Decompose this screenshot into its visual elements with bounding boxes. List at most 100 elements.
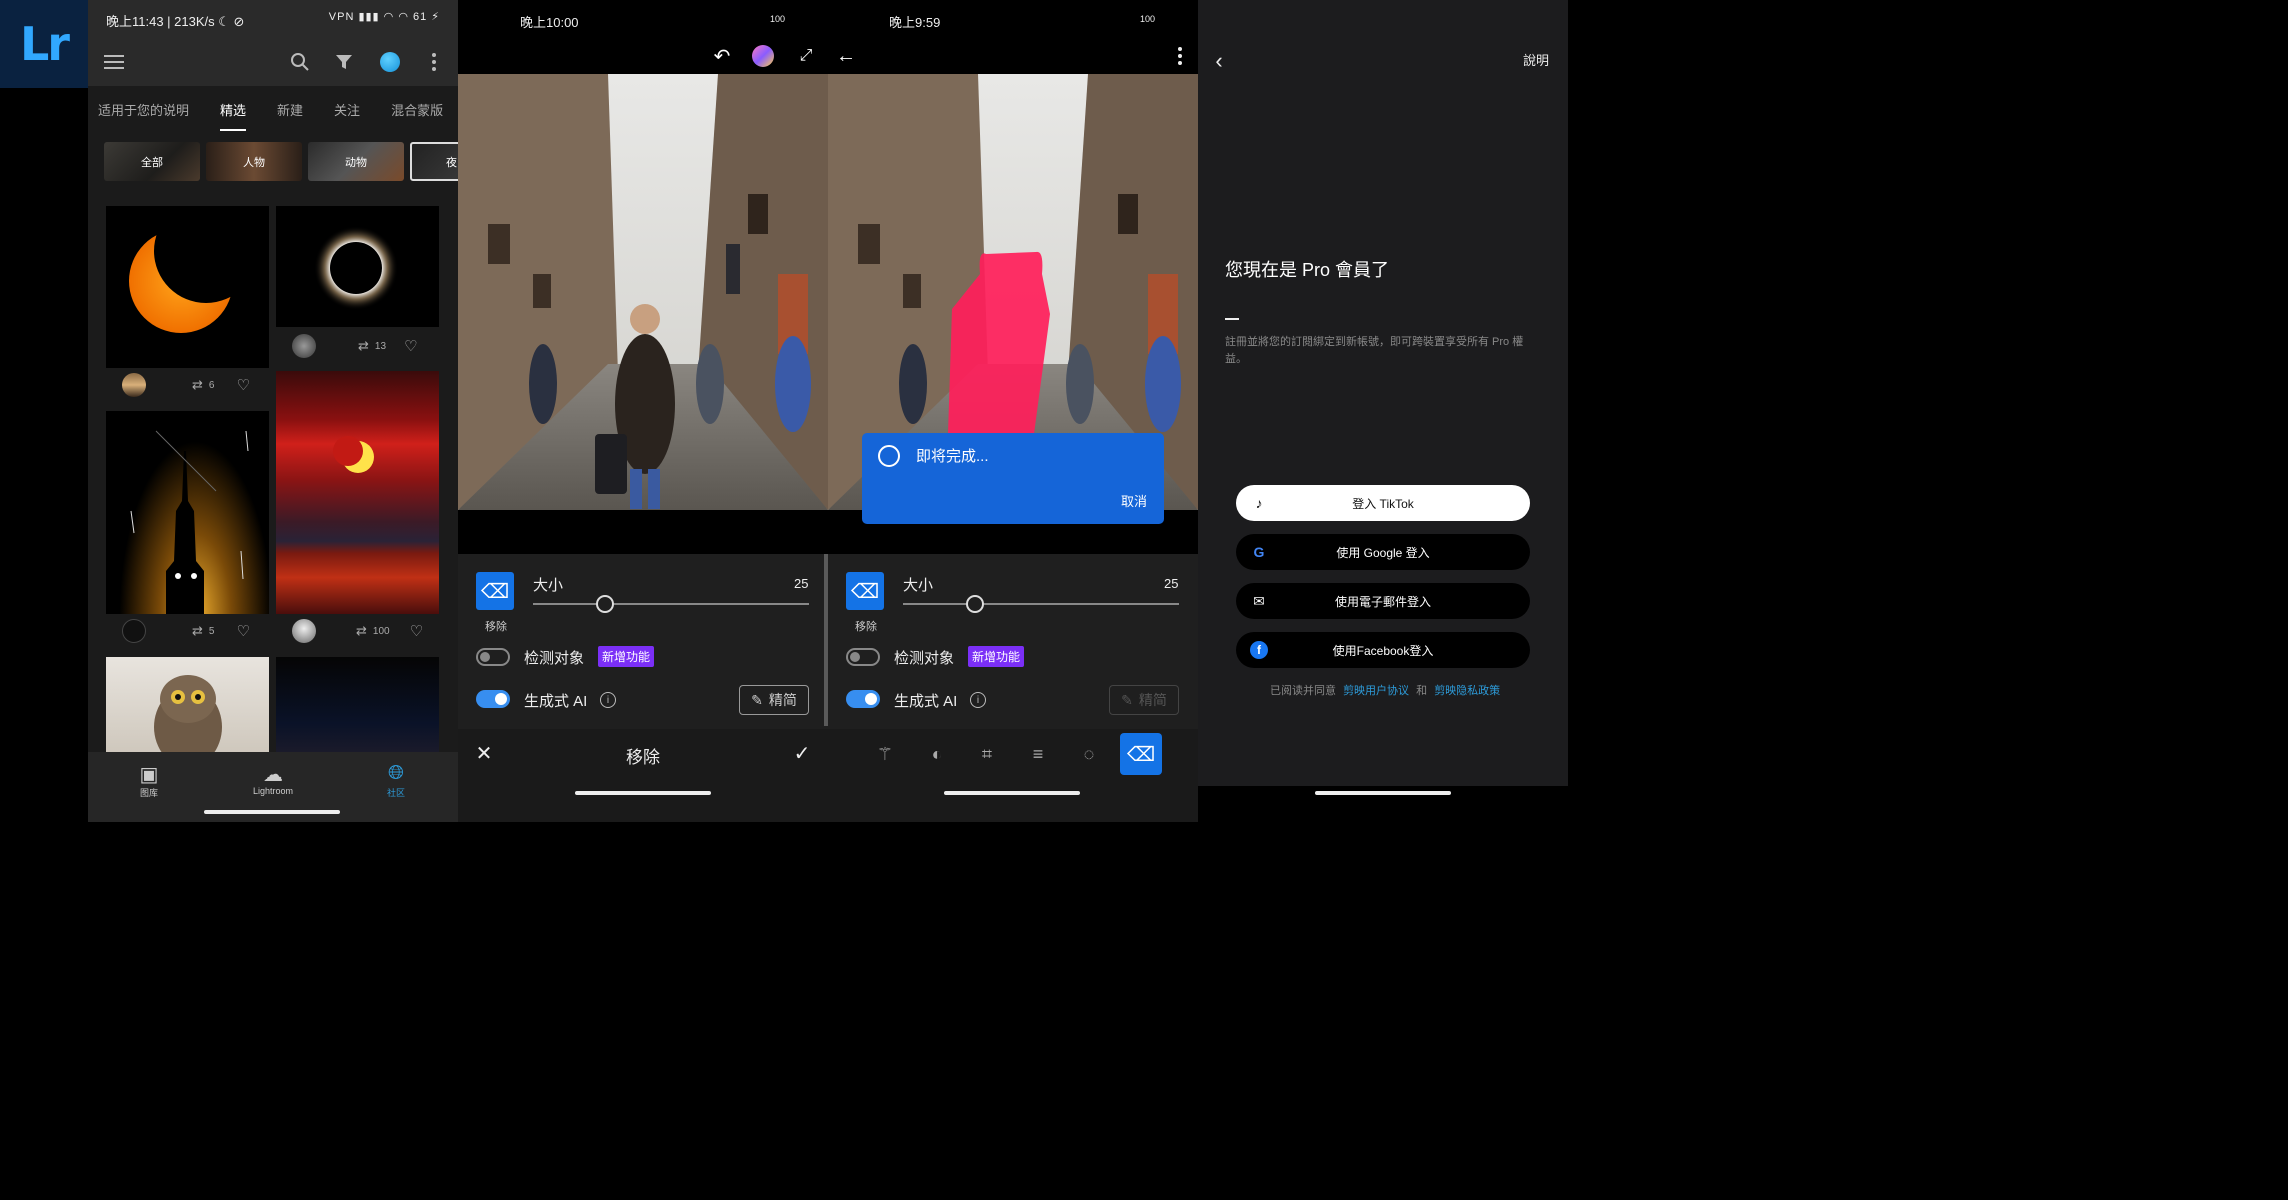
- tab-instructions[interactable]: 适用于您的说明: [98, 100, 189, 119]
- filter-icon[interactable]: [332, 50, 356, 74]
- detect-objects-label: 检测对象: [894, 650, 955, 667]
- chip-animals[interactable]: 动物: [308, 142, 404, 181]
- size-slider-track[interactable]: [533, 603, 809, 605]
- author-avatar[interactable]: [292, 334, 316, 358]
- user-agreement-link[interactable]: 剪映用户协议: [1343, 685, 1409, 697]
- bottom-navigation: ▣ 图库 ☁ Lightroom 🌐︎ 社区: [88, 752, 458, 822]
- author-avatar[interactable]: [122, 373, 146, 397]
- logo-text: Lr: [20, 17, 70, 71]
- remix-icon[interactable]: ⇄: [192, 623, 203, 639]
- chip-people[interactable]: 人物: [206, 142, 302, 181]
- adjust-sliders-icon[interactable]: ≡: [1025, 741, 1051, 767]
- more-options-icon[interactable]: [1172, 44, 1188, 68]
- google-login-button[interactable]: G 使用 Google 登入: [1236, 534, 1530, 570]
- menu-icon[interactable]: [102, 50, 126, 74]
- status-time: 晚上10:00: [520, 15, 579, 30]
- tab-blend-masks[interactable]: 混合蒙版: [391, 100, 443, 119]
- info-icon[interactable]: i: [600, 692, 616, 708]
- size-value: 25: [1164, 576, 1179, 591]
- size-label: 大小: [903, 577, 934, 594]
- presets-icon[interactable]: ◐: [924, 741, 950, 767]
- nav-lightroom-label: Lightroom: [252, 786, 294, 796]
- facebook-login-label: 使用Facebook登入: [1332, 643, 1434, 658]
- refine-button[interactable]: ✎ 精简: [739, 685, 809, 715]
- crop-icon[interactable]: ⌗: [974, 741, 1000, 767]
- help-link[interactable]: 說明: [1523, 50, 1549, 69]
- ai-effects-icon[interactable]: [752, 45, 774, 67]
- home-indicator: [204, 810, 340, 814]
- remove-tool-panel: ⌫ 移除 大小 25 检测对象 新增功能 生成式 AI i ✎ 精简: [458, 554, 828, 729]
- google-icon: G: [1253, 544, 1265, 560]
- remix-icon[interactable]: ⇄: [358, 338, 369, 354]
- nav-lightroom[interactable]: ☁ Lightroom: [218, 762, 328, 796]
- home-indicator: [1315, 791, 1451, 795]
- email-login-button[interactable]: ✉ 使用電子郵件登入: [1236, 583, 1530, 619]
- editor-screen-left: 晚上10:00 100 ↶ ⤢ ⌫ 移除 大小 25 检测对象 新增功能 生成式…: [458, 0, 828, 822]
- heart-icon[interactable]: ♡: [236, 622, 249, 640]
- detect-objects-toggle[interactable]: [476, 648, 510, 666]
- remove-tool-icon[interactable]: ⌫: [1120, 733, 1162, 775]
- eraser-icon[interactable]: ⌫: [846, 572, 884, 610]
- refine-label: 精简: [1138, 692, 1167, 708]
- post-image-partial-eclipse[interactable]: [106, 206, 269, 368]
- back-arrow-icon[interactable]: ←: [834, 44, 858, 68]
- status-bar: 晚上10:00 100: [458, 0, 828, 38]
- undo-icon[interactable]: ↶: [710, 44, 734, 68]
- size-slider-knob[interactable]: [595, 595, 614, 613]
- eraser-icon[interactable]: ⌫: [476, 572, 514, 610]
- back-chevron-icon[interactable]: ‹: [1208, 48, 1230, 73]
- community-tabs: 适用于您的说明 精选 新建 关注 混合蒙版: [88, 86, 458, 132]
- heart-icon[interactable]: ♡: [404, 337, 417, 355]
- tiktok-login-button[interactable]: ♪ 登入 TikTok: [1236, 485, 1530, 521]
- more-options-icon[interactable]: [424, 50, 444, 74]
- heart-icon[interactable]: ♡: [236, 376, 249, 394]
- masking-icon[interactable]: ◌: [1076, 741, 1102, 767]
- login-screen: ‹ 說明 您現在是 Pro 會員了 註冊並將您的訂閱綁定到新帳號，即可跨裝置享受…: [1198, 0, 1568, 822]
- generative-ai-toggle[interactable]: [476, 690, 510, 708]
- auto-magic-wand-icon[interactable]: ⚚: [872, 741, 898, 767]
- tab-new[interactable]: 新建: [277, 100, 303, 119]
- facebook-login-button[interactable]: f 使用Facebook登入: [1236, 632, 1530, 668]
- home-indicator: [575, 791, 711, 795]
- confirm-check-icon[interactable]: ✓: [790, 741, 814, 765]
- chip-night[interactable]: 夜: [410, 142, 458, 181]
- privacy-policy-link[interactable]: 剪映隐私政策: [1434, 685, 1500, 697]
- new-feature-badge: 新增功能: [968, 646, 1025, 667]
- editor-toolbar: ←: [828, 38, 1198, 74]
- author-avatar[interactable]: [122, 619, 146, 643]
- generative-ai-toggle[interactable]: [846, 690, 880, 708]
- tab-following[interactable]: 关注: [334, 100, 360, 119]
- nav-library[interactable]: ▣ 图库: [94, 762, 204, 799]
- profile-avatar[interactable]: [380, 52, 400, 72]
- edit-photo[interactable]: [458, 74, 828, 510]
- close-icon[interactable]: ✕: [472, 741, 496, 765]
- editor-screen-right: 晚上9:59 100 ← ⌫ 移除 大小 25 检测对象 新增功能 生成式 AI…: [828, 0, 1198, 822]
- remix-icon[interactable]: ⇄: [192, 377, 203, 393]
- fullscreen-icon[interactable]: ⤢: [794, 44, 818, 68]
- post-image-red-sunset-eclipse[interactable]: [276, 371, 439, 614]
- tool-label: 移除: [485, 621, 507, 633]
- post-image-owl[interactable]: [106, 657, 269, 752]
- generative-ai-label: 生成式 AI: [894, 693, 958, 710]
- tab-featured[interactable]: 精选: [220, 100, 247, 131]
- heart-icon[interactable]: ♡: [410, 622, 423, 640]
- chip-all[interactable]: 全部: [104, 142, 200, 181]
- detect-objects-toggle[interactable]: [846, 648, 880, 666]
- post-image-total-eclipse[interactable]: [276, 206, 439, 327]
- globe-icon: 🌐︎: [388, 762, 404, 784]
- nav-community[interactable]: 🌐︎ 社区: [341, 762, 451, 799]
- size-slider-knob[interactable]: [965, 595, 984, 613]
- author-avatar[interactable]: [292, 619, 316, 643]
- info-icon[interactable]: i: [970, 692, 986, 708]
- email-login-label: 使用電子郵件登入: [1334, 594, 1431, 609]
- pro-description: 註冊並將您的訂閱綁定到新帳號，即可跨裝置享受所有 Pro 權益。: [1225, 336, 1524, 365]
- pro-title: 您現在是 Pro 會員了: [1225, 260, 1390, 280]
- post-image-night-city[interactable]: [276, 657, 439, 752]
- remix-icon[interactable]: ⇄: [356, 623, 367, 639]
- size-slider-track[interactable]: [903, 603, 1179, 605]
- loading-spinner-icon: [878, 445, 900, 467]
- cancel-button[interactable]: 取消: [1121, 491, 1147, 510]
- search-icon[interactable]: [288, 50, 312, 74]
- post-image-church-silhouette[interactable]: [106, 411, 269, 614]
- refine-label: 精简: [768, 692, 797, 708]
